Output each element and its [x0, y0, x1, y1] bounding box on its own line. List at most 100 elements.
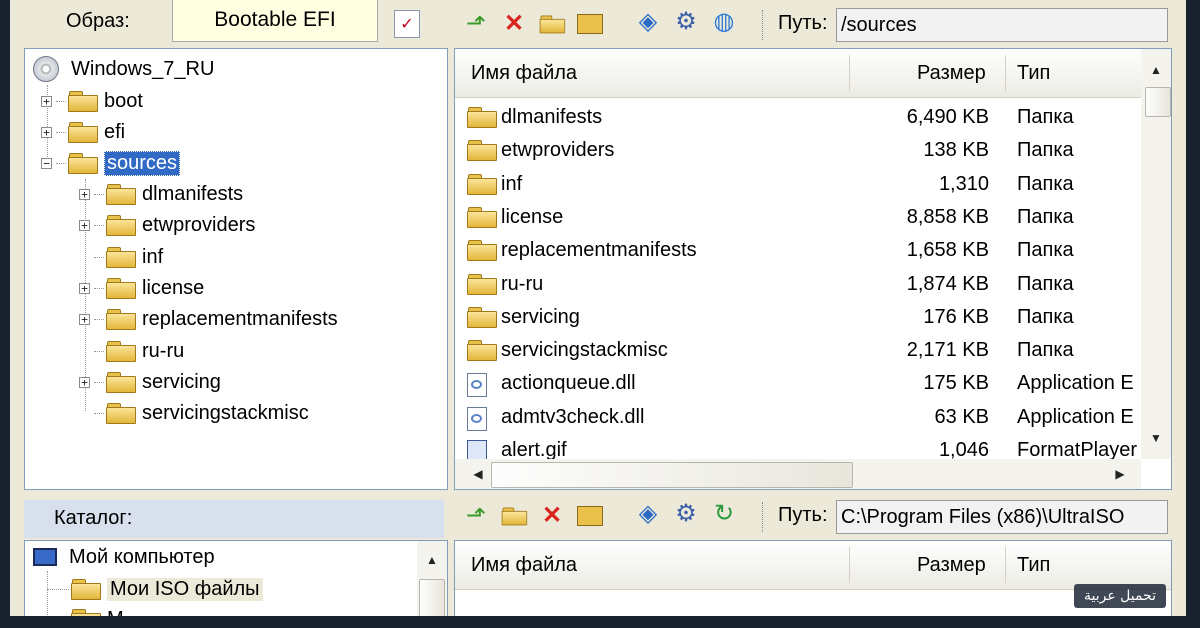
tree-root[interactable]: Windows_7_RU	[33, 55, 214, 83]
column-divider	[849, 547, 850, 583]
column-name-header[interactable]: Имя файла	[471, 49, 577, 97]
table-row[interactable]: license 8,858 KB Папка	[455, 201, 1135, 234]
tree-item-ru-ru[interactable]: ru-ru	[79, 337, 184, 365]
tree-item-label: replacementmanifests	[142, 307, 338, 330]
tree-item-my-computer[interactable]: Мой компьютер	[33, 543, 215, 571]
delete-x-icon[interactable]: ✕	[500, 10, 528, 38]
row-icon	[467, 306, 503, 333]
folder-icon	[467, 273, 497, 295]
row-icon	[467, 440, 487, 461]
tree-item-inf[interactable]: inf	[79, 243, 163, 271]
expand-icon[interactable]: +	[41, 95, 52, 107]
tree-item-replacementmanifests[interactable]: + replacementmanifests	[79, 305, 338, 333]
scroll-left-icon[interactable]: ◀	[463, 459, 493, 489]
expand-icon[interactable]: +	[41, 126, 52, 138]
local-path-field[interactable]: C:\Program Files (x86)\UltraISO	[836, 500, 1168, 534]
expand-icon[interactable]: +	[79, 188, 90, 200]
tree-item-sources[interactable]: − sources	[41, 149, 181, 177]
table-row[interactable]: inf 1,310 Папка	[455, 168, 1135, 201]
file-size: 1,874 KB	[906, 272, 989, 295]
tree-item-label: servicing	[142, 370, 221, 393]
expand-icon[interactable]: +	[79, 376, 90, 388]
file-type: Папка	[1017, 305, 1074, 328]
extract-icon[interactable]: ◈	[634, 8, 662, 36]
folder-icon	[71, 609, 101, 616]
delete-x-icon[interactable]: ✕	[538, 502, 566, 530]
folder-open-icon	[68, 153, 98, 174]
table-row[interactable]: servicingstackmisc 2,171 KB Папка	[455, 334, 1135, 367]
scroll-up-icon[interactable]: ▲	[1141, 55, 1171, 85]
table-row[interactable]: etwproviders 138 KB Папка	[455, 134, 1135, 167]
tree-item-label: М	[107, 608, 124, 617]
add-to-image-icon[interactable]: ◈	[634, 500, 662, 528]
arrow-up-icon[interactable]: ⬏	[462, 502, 490, 530]
refresh-icon[interactable]: ◍	[710, 8, 738, 36]
vertical-scrollbar[interactable]: ▲ ▼	[1141, 49, 1171, 459]
scroll-thumb[interactable]	[419, 579, 445, 616]
dll-file-icon	[467, 373, 487, 398]
row-icon	[467, 340, 503, 366]
new-folder-icon[interactable]	[538, 10, 566, 38]
tree-item-license[interactable]: + license	[79, 274, 204, 302]
column-size-header[interactable]: Размер	[917, 49, 986, 97]
column-type-header[interactable]: Тип	[1017, 49, 1050, 97]
file-size: 138 KB	[923, 139, 989, 162]
tree-item-etwproviders[interactable]: + etwproviders	[79, 211, 255, 239]
tree-item-label: servicingstackmisc	[142, 401, 309, 424]
file-size: 6,490 KB	[906, 106, 989, 128]
arrow-up-icon[interactable]: ⬏	[462, 10, 490, 38]
collapse-icon[interactable]: −	[41, 157, 52, 169]
file-size: 1,046	[938, 439, 989, 461]
column-type-header[interactable]: Тип	[1017, 541, 1050, 589]
local-tree-scrollbar[interactable]: ▲	[417, 541, 447, 616]
image-name-field[interactable]: Bootable EFI	[172, 0, 378, 42]
table-row[interactable]: actionqueue.dll 175 KB Application E	[455, 367, 1135, 400]
folder-icon	[467, 306, 497, 328]
column-size-header[interactable]: Размер	[917, 541, 986, 589]
scroll-up-icon[interactable]: ▲	[417, 545, 447, 575]
table-row[interactable]: servicing 176 KB Папка	[455, 301, 1135, 334]
iso-tree-pane[interactable]: Windows_7_RU + boot + efi − sources + dl…	[24, 48, 448, 490]
iso-file-list[interactable]: Имя файла Размер Тип dlmanifests 6,490 KB…	[454, 48, 1172, 490]
scroll-right-icon[interactable]: ▶	[1105, 459, 1135, 489]
new-folder-icon[interactable]	[500, 502, 528, 530]
table-row[interactable]: dlmanifests 6,490 KB Папка	[455, 101, 1135, 134]
local-file-list[interactable]: Имя файла Размер Тип	[454, 540, 1172, 616]
tree-item-partial[interactable]: М	[47, 605, 124, 616]
expand-icon[interactable]: +	[79, 219, 90, 231]
path-field[interactable]: /sources	[836, 8, 1168, 42]
horizontal-scrollbar[interactable]: ◀ ▶	[455, 459, 1141, 489]
expand-icon[interactable]: +	[79, 313, 90, 325]
column-divider	[1005, 547, 1006, 583]
tree-item-label: license	[142, 276, 205, 299]
table-row[interactable]: ru-ru 1,874 KB Папка	[455, 268, 1135, 301]
table-row[interactable]: admtv3check.dll 63 KB Application E	[455, 401, 1135, 434]
tree-item-servicingstackmisc[interactable]: servicingstackmisc	[79, 399, 309, 427]
scroll-down-icon[interactable]: ▼	[1141, 423, 1171, 453]
file-size: 175 KB	[923, 372, 989, 395]
table-row[interactable]: replacementmanifests 1,658 KB Папка	[455, 234, 1135, 267]
tree-item-boot[interactable]: + boot	[41, 87, 143, 115]
expand-icon[interactable]: +	[79, 282, 90, 294]
table-row[interactable]: alert.gif 1,046 FormatPlayer	[455, 434, 1137, 461]
local-tree-pane[interactable]: Мой компьютер Мои ISO файлы М ▲	[24, 540, 448, 616]
tree-item-my-iso-files[interactable]: Мои ISO файлы	[47, 575, 263, 603]
file-type: Папка	[1017, 139, 1074, 162]
refresh-icon[interactable]: ↻	[710, 500, 738, 528]
folder-icon	[106, 184, 136, 205]
hscroll-thumb[interactable]	[491, 462, 853, 488]
rename-icon[interactable]	[576, 10, 604, 38]
folder-icon	[106, 403, 136, 424]
scroll-thumb[interactable]	[1145, 87, 1171, 117]
column-name-header[interactable]: Имя файла	[471, 541, 577, 589]
settings-gear-icon[interactable]: ⚙	[672, 8, 700, 36]
rename-icon[interactable]	[576, 502, 604, 530]
tree-item-servicing[interactable]: + servicing	[79, 368, 221, 396]
image-properties-icon[interactable]: ✓	[394, 10, 420, 38]
local-list-header: Имя файла Размер Тип	[455, 541, 1171, 590]
settings-gear-icon[interactable]: ⚙	[672, 500, 700, 528]
file-type: Application E	[1017, 405, 1134, 428]
file-name: ru-ru	[501, 272, 544, 295]
tree-item-dlmanifests[interactable]: + dlmanifests	[79, 180, 243, 208]
tree-item-efi[interactable]: + efi	[41, 118, 125, 146]
